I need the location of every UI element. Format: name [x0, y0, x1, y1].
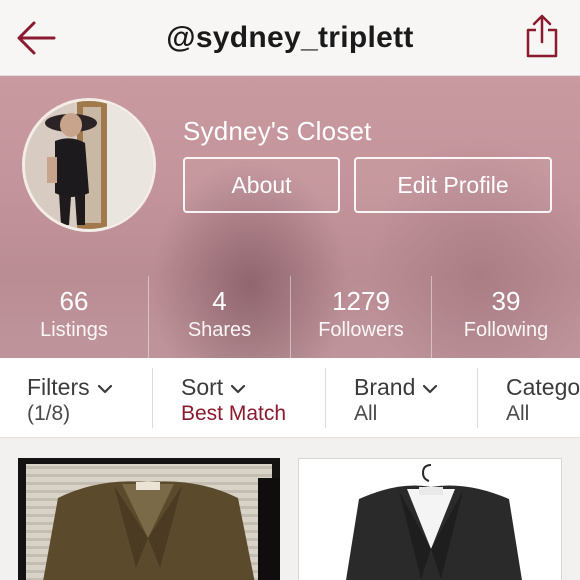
avatar-image — [25, 101, 153, 229]
stat-shares[interactable]: 4 Shares — [149, 276, 290, 358]
category-label: Catego — [506, 374, 580, 400]
listing-image — [18, 458, 280, 580]
stat-label: Shares — [187, 319, 252, 341]
avatar[interactable] — [22, 98, 156, 232]
sort-label: Sort — [181, 374, 224, 400]
profile-stats: 66 Listings 4 Shares 1279 Followers 39 F… — [0, 276, 580, 358]
filter-bar: Filters (1/8) Sort Best Match Brand All … — [0, 358, 580, 438]
stat-value: 66 — [59, 286, 89, 316]
stat-value: 4 — [212, 286, 227, 316]
brand-value: All — [354, 402, 378, 425]
listing-image — [299, 459, 561, 580]
sort-title: Sort — [181, 374, 246, 401]
brand-title: Brand — [354, 374, 438, 401]
listing-tile[interactable] — [18, 458, 280, 580]
listing-tile[interactable] — [298, 458, 562, 580]
category-value: All — [506, 402, 530, 425]
stat-value: 39 — [491, 286, 521, 316]
stat-label: Following — [463, 319, 549, 341]
filters-dropdown[interactable]: Filters (1/8) — [0, 358, 152, 437]
about-button[interactable]: About — [183, 157, 340, 213]
stat-value: 1279 — [332, 286, 390, 316]
filters-label: Filters — [27, 374, 90, 400]
chevron-down-icon — [423, 384, 438, 394]
closet-name: Sydney's Closet — [183, 116, 372, 146]
chevron-down-icon — [231, 384, 246, 394]
stat-listings[interactable]: 66 Listings — [0, 276, 148, 358]
brand-label: Brand — [354, 374, 416, 400]
share-icon — [526, 14, 558, 58]
username-title: @sydney_triplett — [166, 21, 414, 54]
listings-grid — [0, 438, 580, 580]
avatar-photo — [25, 101, 153, 229]
stat-label: Listings — [40, 319, 108, 341]
top-nav-bar: @sydney_triplett — [0, 0, 580, 76]
arrow-left-icon — [17, 21, 56, 55]
filters-count: (1/8) — [27, 402, 71, 425]
category-dropdown[interactable]: Catego All — [478, 358, 580, 437]
stat-following[interactable]: 39 Following — [432, 276, 580, 358]
profile-header: Sydney's Closet About Edit Profile 66 Li… — [0, 76, 580, 358]
stat-label: Followers — [318, 319, 404, 341]
brand-dropdown[interactable]: Brand All — [326, 358, 477, 437]
chevron-down-icon — [97, 384, 112, 394]
edit-profile-button[interactable]: Edit Profile — [354, 157, 552, 213]
sort-dropdown[interactable]: Sort Best Match — [153, 358, 325, 437]
sort-value: Best Match — [181, 402, 287, 425]
share-button[interactable] — [522, 12, 562, 60]
filters-title: Filters — [27, 374, 112, 401]
back-button[interactable] — [14, 18, 58, 58]
stat-followers[interactable]: 1279 Followers — [291, 276, 431, 358]
